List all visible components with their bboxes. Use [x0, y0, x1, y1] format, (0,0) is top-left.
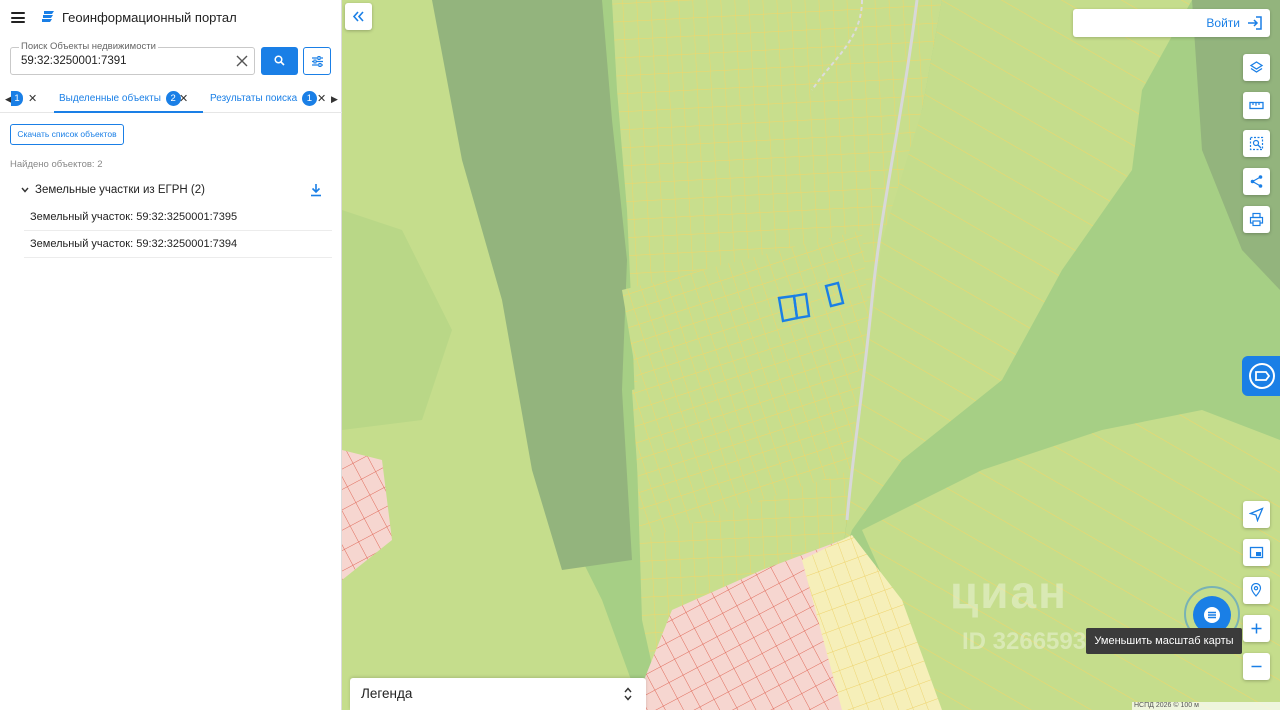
portal-logo-icon [42, 11, 54, 22]
map-attribution: НСПД 2026 © 100 м [1132, 702, 1280, 710]
share-icon [1250, 175, 1263, 188]
search-icon [274, 55, 285, 66]
close-icon[interactable]: ✕ [28, 92, 37, 105]
tab-badge: 1 [301, 91, 317, 106]
hidden-tab-badge[interactable]: 1 [11, 91, 23, 106]
chevron-down-icon[interactable] [20, 185, 30, 195]
tab-search-results[interactable]: Результаты поиска 1 [206, 91, 317, 113]
sidebar-header: Геоинформационный портал [0, 0, 342, 36]
geo-search-icon [1250, 583, 1262, 597]
zoom-out-icon [1251, 665, 1262, 668]
login-button[interactable]: Войти [1073, 9, 1270, 37]
ruler-button[interactable] [1243, 92, 1270, 119]
map-canvas[interactable]: циан ID 326659367 [342, 0, 1280, 710]
list-item[interactable]: Земельный участок: 59:32:3250001:7395 [24, 204, 332, 231]
geo-search-button[interactable] [1243, 577, 1270, 604]
layers-icon [1249, 61, 1264, 73]
list-item[interactable]: Земельный участок: 59:32:3250001:7394 [24, 231, 332, 258]
locate-button[interactable] [1243, 501, 1270, 528]
search-button[interactable] [261, 47, 298, 75]
close-icon[interactable]: ✕ [179, 92, 188, 105]
print-button[interactable] [1243, 206, 1270, 233]
login-icon [1248, 16, 1262, 30]
zoom-in-button[interactable] [1243, 615, 1270, 642]
feedback-tab[interactable] [1242, 356, 1280, 396]
double-chevron-left-icon [352, 11, 364, 22]
select-area-button[interactable] [1243, 130, 1270, 157]
legend-label: Легенда [361, 686, 413, 701]
tab-label: Выделенные объекты [59, 93, 161, 104]
tabs-scroll-right-icon[interactable]: ▶ [331, 94, 338, 105]
filter-sliders-icon [312, 56, 323, 67]
app-title: Геоинформационный портал [62, 10, 237, 25]
zoom-out-tooltip: Уменьшить масштаб карты [1086, 628, 1242, 654]
download-icon[interactable] [310, 183, 322, 197]
found-count: Найдено объектов: 2 [10, 159, 103, 170]
filter-button[interactable] [303, 47, 331, 75]
collapse-sidebar-button[interactable] [345, 3, 372, 30]
watermark: циан [950, 566, 1068, 618]
print-icon [1249, 212, 1264, 227]
search-label: Поиск Объекты недвижимости [19, 41, 158, 52]
expand-updown-icon [624, 687, 632, 701]
legend-panel[interactable]: Легенда [350, 678, 646, 710]
layers-button[interactable] [1243, 54, 1270, 81]
search-field[interactable]: Поиск Объекты недвижимости [10, 41, 255, 75]
result-group-title: Земельные участки из ЕГРН (2) [35, 184, 205, 196]
ruler-icon [1249, 101, 1264, 110]
tabs-row: ◀ 1 ✕ Выделенные объекты 2 ✕ Результаты … [0, 87, 342, 113]
chat-icon [1204, 607, 1220, 623]
result-group-header[interactable]: Земельные участки из ЕГРН (2) [20, 183, 330, 199]
search-input[interactable] [21, 53, 226, 69]
tab-label: Результаты поиска [210, 93, 298, 104]
sidebar: Геоинформационный портал Поиск Объекты н… [0, 0, 342, 710]
feedback-icon [1249, 363, 1275, 389]
share-button[interactable] [1243, 168, 1270, 195]
minimap-button[interactable] [1243, 539, 1270, 566]
download-list-button[interactable]: Скачать список объектов [10, 124, 124, 145]
zoom-out-button[interactable] [1243, 653, 1270, 680]
close-icon[interactable] [235, 54, 249, 68]
minimap-icon [1249, 546, 1264, 559]
zoom-in-icon [1251, 623, 1262, 634]
login-label: Войти [1206, 16, 1240, 30]
app-root: Геоинформационный портал Поиск Объекты н… [0, 0, 1280, 710]
close-icon[interactable]: ✕ [317, 92, 326, 105]
locate-icon [1249, 507, 1264, 522]
map-base-layer [342, 0, 1280, 710]
menu-icon[interactable] [11, 12, 25, 23]
select-area-icon [1249, 136, 1264, 151]
